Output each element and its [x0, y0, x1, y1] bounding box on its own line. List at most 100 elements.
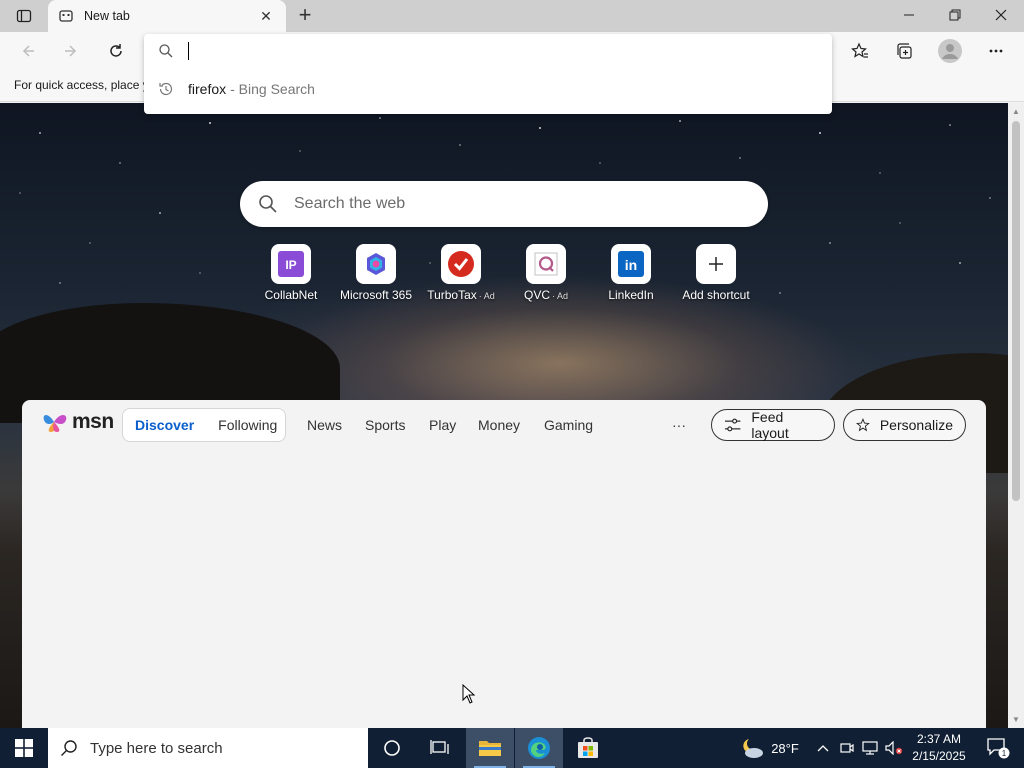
file-explorer-button[interactable]	[466, 728, 514, 768]
ad-badge: · Ad	[478, 291, 495, 301]
system-clock[interactable]: 2:37 AM 2/15/2025	[908, 731, 970, 765]
task-view-button[interactable]	[416, 728, 464, 768]
scroll-up-arrow-icon[interactable]: ▲	[1012, 107, 1020, 116]
avatar-icon	[938, 39, 962, 63]
shortcut-qvc[interactable]: QVC · Ad	[501, 244, 591, 302]
browser-tab[interactable]: New tab ✕	[48, 0, 286, 32]
store-bag-icon	[578, 737, 598, 758]
shortcut-label-text: TurboTax	[427, 288, 477, 302]
restore-button[interactable]	[932, 0, 978, 30]
shortcut-tile: in	[611, 244, 651, 284]
volume-button[interactable]	[882, 728, 906, 768]
settings-menu-button[interactable]	[982, 37, 1010, 65]
task-view-icon	[430, 740, 449, 754]
nav-sports[interactable]: Sports	[365, 417, 405, 433]
nav-money[interactable]: Money	[478, 417, 520, 433]
sparkle-star-icon	[856, 417, 870, 432]
search-icon	[61, 740, 77, 756]
new-tab-button[interactable]: +	[292, 4, 318, 28]
suggestion-query: firefox	[188, 81, 227, 97]
shortcut-label-text: Add shortcut	[682, 288, 750, 302]
shortcut-label-text: Microsoft 365	[339, 288, 413, 302]
msn-logo[interactable]: msn	[42, 409, 114, 435]
weather-cloud-moon-icon	[743, 739, 764, 758]
cortana-circle-icon	[384, 740, 400, 756]
shortcut-tile	[356, 244, 396, 284]
shortcut-tile	[441, 244, 481, 284]
chevron-up-icon	[817, 745, 829, 752]
network-button[interactable]	[859, 728, 881, 768]
shortcut-label: QVC · Ad	[501, 288, 591, 302]
taskbar-search-box[interactable]: Type here to search	[48, 728, 368, 768]
minimize-icon	[904, 14, 914, 16]
tab-following[interactable]: Following	[206, 417, 289, 433]
favorites-button[interactable]	[846, 37, 874, 65]
weather-widget[interactable]: 28°F	[736, 728, 802, 768]
start-button[interactable]	[0, 728, 48, 768]
back-arrow-icon	[22, 45, 34, 57]
tab-close-icon[interactable]: ✕	[256, 8, 276, 25]
refresh-icon	[110, 44, 122, 57]
windows-taskbar: Type here to search 28°F 2:37 AM 2/15/20…	[0, 728, 1024, 768]
tab-title: New tab	[84, 9, 130, 23]
shortcut-tile	[526, 244, 566, 284]
tab-actions-button[interactable]	[8, 4, 40, 28]
scrollbar-thumb[interactable]	[1012, 121, 1020, 501]
clock-date: 2/15/2025	[912, 749, 966, 763]
forward-arrow-icon	[65, 45, 77, 57]
suggestion-source: - Bing Search	[230, 81, 315, 97]
nav-gaming[interactable]: Gaming	[544, 417, 593, 433]
cortana-button[interactable]	[368, 728, 416, 768]
page-scrollbar[interactable]: ▲ ▼	[1008, 103, 1024, 728]
refresh-button[interactable]	[102, 37, 130, 65]
more-nav-button[interactable]: ···	[672, 417, 686, 433]
shortcut-microsoft-365[interactable]: Microsoft 365	[331, 244, 421, 302]
collabnet-icon: IP	[278, 251, 304, 277]
edge-taskbar-button[interactable]	[515, 728, 563, 768]
new-tab-page: Search the web IP CollabNet Microsoft 36…	[0, 103, 1008, 728]
suggestion-item[interactable]: firefox - Bing Search	[144, 74, 832, 104]
meet-now-button[interactable]	[836, 728, 858, 768]
profile-button[interactable]	[936, 37, 964, 65]
forward-button[interactable]	[57, 37, 85, 65]
folder-icon	[479, 741, 501, 756]
web-search-box[interactable]: Search the web	[240, 181, 768, 227]
meet-now-icon	[840, 743, 854, 753]
text-cursor	[188, 42, 189, 60]
microsoft-store-button[interactable]	[564, 728, 612, 768]
close-window-button[interactable]	[978, 0, 1024, 30]
nav-news[interactable]: News	[307, 417, 342, 433]
personalize-button[interactable]: Personalize	[843, 409, 966, 441]
back-button[interactable]	[14, 37, 42, 65]
minimize-button[interactable]	[886, 0, 932, 30]
shortcut-linkedin[interactable]: in LinkedIn	[586, 244, 676, 302]
linkedin-icon: in	[618, 251, 644, 277]
shortcut-tile	[696, 244, 736, 284]
volume-muted-icon	[885, 741, 903, 755]
shortcut-label-text: QVC	[523, 288, 550, 302]
shortcut-add[interactable]: Add shortcut	[671, 244, 761, 302]
tab-discover[interactable]: Discover	[123, 417, 206, 433]
favorites-hint: For quick access, place y	[14, 78, 149, 92]
nav-play[interactable]: Play	[429, 417, 456, 433]
history-icon	[159, 82, 173, 96]
shortcut-collabnet[interactable]: IP CollabNet	[246, 244, 336, 302]
msn-butterfly-icon	[43, 415, 67, 432]
shortcut-turbotax[interactable]: TurboTax · Ad	[416, 244, 506, 302]
show-hidden-icons-button[interactable]	[812, 728, 834, 768]
svg-text:in: in	[625, 257, 637, 273]
collections-button[interactable]	[890, 37, 918, 65]
shortcut-label-text: LinkedIn	[608, 288, 654, 302]
tab-actions-icon	[16, 9, 32, 23]
notifications-button[interactable]: 1	[978, 728, 1018, 768]
feed-layout-button[interactable]: Feed layout	[711, 409, 835, 441]
close-icon	[995, 9, 1007, 21]
notification-icon: 1	[987, 738, 1010, 759]
msn-wordmark: msn	[72, 410, 114, 433]
shortcut-label: TurboTax · Ad	[416, 288, 506, 302]
address-input[interactable]	[188, 40, 808, 62]
mouse-pointer-icon	[462, 684, 476, 704]
scroll-down-arrow-icon[interactable]: ▼	[1012, 715, 1020, 724]
search-icon	[259, 195, 277, 213]
favorites-star-icon	[851, 42, 868, 58]
